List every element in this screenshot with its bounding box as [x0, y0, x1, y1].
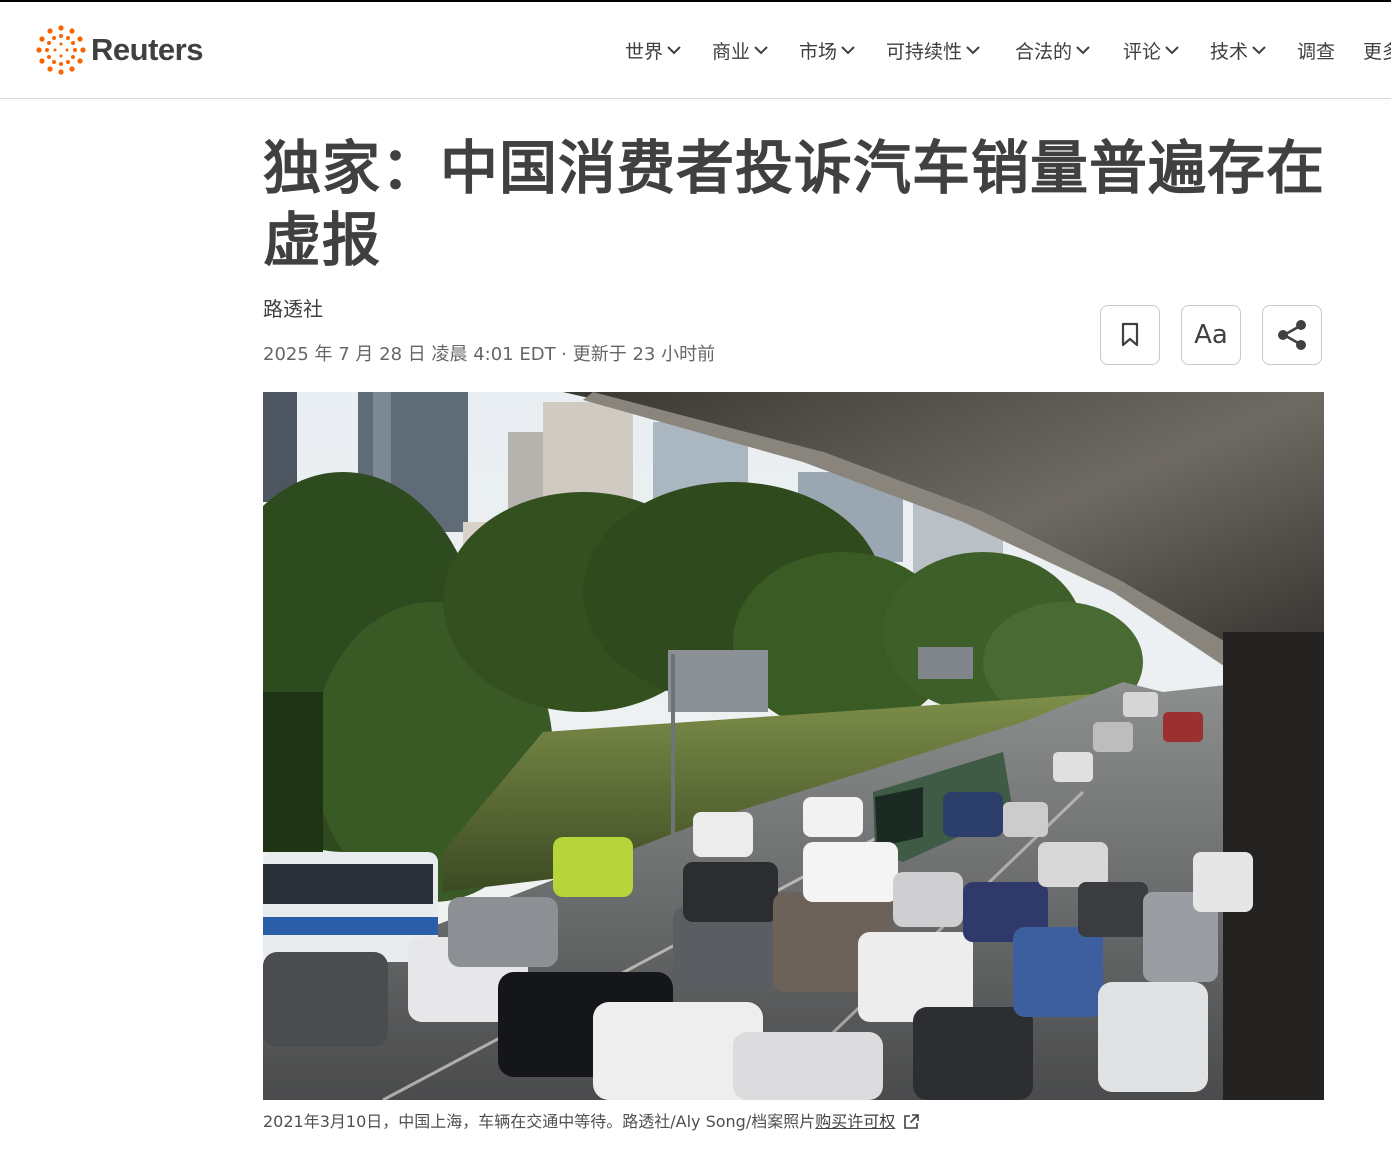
nav-label: 可持续性 — [886, 40, 963, 63]
nav-item-business[interactable]: 商业 — [712, 37, 799, 64]
nav-item-technology[interactable]: 技术 — [1210, 37, 1297, 64]
bookmark-button[interactable] — [1100, 305, 1160, 365]
share-icon — [1278, 320, 1306, 350]
nav-item-investigations[interactable]: 调查 — [1297, 37, 1363, 64]
nav-label: 调查 — [1297, 40, 1336, 63]
bookmark-icon — [1121, 322, 1139, 347]
nav-label: 技术 — [1210, 40, 1249, 63]
nav-label: 商业 — [712, 40, 751, 63]
article-title: 独家：中国消费者投诉汽车销量普遍存在虚报 — [263, 134, 1326, 274]
chevron-down-icon — [966, 45, 980, 54]
share-button[interactable] — [1262, 305, 1322, 365]
traffic-photo — [263, 392, 1324, 1100]
article-byline[interactable]: 路透社 — [263, 293, 323, 322]
chevron-down-icon — [1252, 45, 1266, 54]
external-link-icon[interactable] — [903, 1113, 920, 1130]
nav-item-sustainability[interactable]: 可持续性 — [886, 37, 1015, 64]
article-photo[interactable] — [263, 392, 1324, 1100]
text-size-label: Aa — [1194, 320, 1228, 350]
nav-label: 合法的 — [1015, 40, 1073, 63]
nav-item-more[interactable]: 更多 — [1363, 37, 1391, 64]
nav-item-opinion[interactable]: 评论 — [1123, 37, 1210, 64]
nav-label: 评论 — [1123, 40, 1162, 63]
chevron-down-icon — [1165, 45, 1179, 54]
nav-label: 市场 — [799, 40, 838, 63]
reuters-logo-icon — [36, 25, 86, 75]
brand-name: Reuters — [91, 32, 203, 67]
chevron-down-icon — [841, 45, 855, 54]
license-link[interactable]: 购买许可权 — [815, 1112, 895, 1131]
main-nav: 世界 商业 市场 可持续性 合法的 评论 技术 调查 更 — [625, 2, 1391, 98]
reuters-logo[interactable]: Reuters — [36, 25, 203, 75]
chevron-down-icon — [667, 45, 681, 54]
photo-caption: 2021年3月10日，中国上海，车辆在交通中等待。路透社/Aly Song/档案… — [263, 1108, 920, 1132]
site-header: Reuters 世界 商业 市场 可持续性 合法的 评论 技术 调查 更 — [0, 2, 1391, 99]
nav-label: 世界 — [625, 40, 664, 63]
caption-text: 2021年3月10日，中国上海，车辆在交通中等待。路透社/Aly Song/档案… — [263, 1112, 816, 1131]
nav-label: 更多 — [1363, 40, 1391, 63]
text-size-button[interactable]: Aa — [1181, 305, 1241, 365]
chevron-down-icon — [1076, 45, 1090, 54]
chevron-down-icon — [754, 45, 768, 54]
article-dateline: 2025 年 7 月 28 日 凌晨 4:01 EDT · 更新于 23 小时前 — [263, 344, 716, 365]
nav-item-legal[interactable]: 合法的 — [1015, 37, 1123, 64]
nav-item-world[interactable]: 世界 — [625, 37, 712, 64]
nav-item-markets[interactable]: 市场 — [799, 37, 886, 64]
